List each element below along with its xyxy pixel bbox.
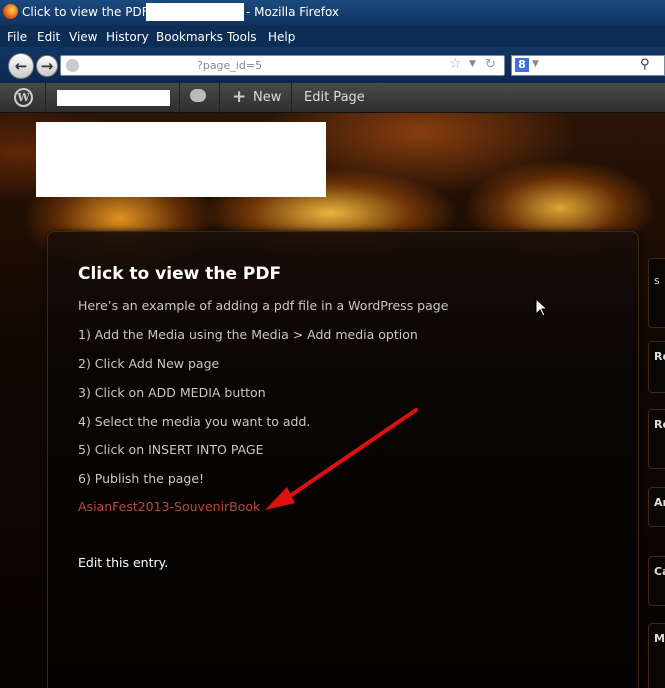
url-text: ?page_id=5 [197,59,263,72]
window-title-suffix: - Mozilla Firefox [246,5,340,19]
sidebar-widget: Re [648,409,665,469]
wp-admin-bar: W + New Edit Page [0,83,665,113]
admin-bar-divider [291,83,292,113]
sidebar-widget: s [648,258,665,328]
post-step: 2) Click Add New page [78,356,220,371]
edit-entry-link[interactable]: Edit this entry. [78,555,168,570]
admin-bar-divider [45,83,46,113]
back-arrow-icon[interactable]: ← [8,53,34,79]
admin-bar-divider [179,83,180,113]
post-content: Click to view the PDF Here’s an example … [47,231,639,688]
mouse-cursor-icon [535,298,549,317]
menu-file[interactable]: File [7,30,27,44]
comment-bubble-icon[interactable] [190,89,206,102]
redacted-header-logo[interactable] [36,122,326,197]
new-content-link[interactable]: New [253,90,281,105]
plus-icon[interactable]: + [232,87,246,107]
redacted-site-link[interactable] [57,90,170,106]
post-title: Click to view the PDF [78,264,282,284]
admin-bar-divider [219,83,220,113]
site-identity-icon[interactable] [66,59,79,72]
search-box[interactable]: 8 ▼ ⚲ [511,55,665,76]
url-bar[interactable]: ?page_id=5 ☆ ▼ ↻ [60,55,505,76]
search-engine-icon[interactable]: 8 [515,58,529,72]
menu-tools[interactable]: Tools [227,30,257,44]
wordpress-logo-icon[interactable]: W [14,88,33,107]
post-step: 5) Click on INSERT INTO PAGE [78,442,264,457]
edit-page-link[interactable]: Edit Page [304,90,365,105]
post-step: 6) Publish the page! [78,471,205,486]
sidebar-widget: M [648,623,665,688]
menu-bookmarks[interactable]: Bookmarks [156,30,223,44]
pdf-download-link[interactable]: AsianFest2013-SouvenirBook [78,499,260,514]
menu-view[interactable]: View [69,30,97,44]
window-titlebar: Click to view the PDF « - Mozilla Firefo… [0,0,665,25]
navigation-bar: ← → ?page_id=5 ☆ ▼ ↻ 8 ▼ ⚲ [0,47,665,83]
search-icon[interactable]: ⚲ [640,57,650,72]
url-dropdown-icon[interactable]: ▼ [469,59,476,69]
sidebar-widget: Ca [648,556,665,606]
bookmark-star-icon[interactable]: ☆ [449,56,462,72]
forward-arrow-icon[interactable]: → [36,55,58,77]
page-body: Click to view the PDF Here’s an example … [0,113,665,688]
menu-bar: File Edit View History Bookmarks Tools H… [0,25,665,47]
menu-history[interactable]: History [106,30,149,44]
post-step: 4) Select the media you want to add. [78,414,311,429]
search-engine-dropdown-icon[interactable]: ▼ [532,59,539,69]
menu-help[interactable]: Help [268,30,295,44]
sidebar-widget: Ar [648,487,665,527]
post-step: 3) Click on ADD MEDIA button [78,385,266,400]
sidebar-widget: Re [648,341,665,393]
redacted-site-name [146,3,244,21]
firefox-icon [3,4,18,19]
window-title-prefix: Click to view the PDF « [22,5,160,19]
menu-edit[interactable]: Edit [37,30,60,44]
post-step: 1) Add the Media using the Media > Add m… [78,327,418,342]
post-paragraph: Here’s an example of adding a pdf file i… [78,298,449,313]
reload-icon[interactable]: ↻ [485,57,496,72]
